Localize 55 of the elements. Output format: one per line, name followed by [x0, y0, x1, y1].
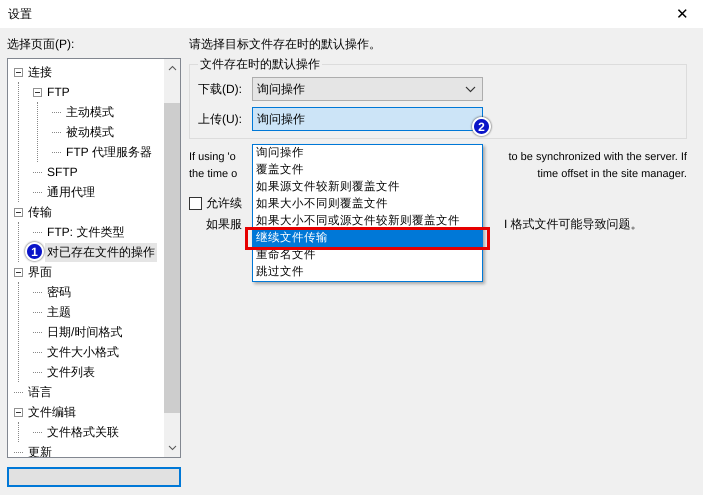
dropdown-option[interactable]: 询问操作 — [253, 145, 482, 162]
collapse-icon[interactable] — [14, 68, 23, 76]
hint-text: 如果服 — [206, 216, 242, 233]
tree-item[interactable]: 主动模式 — [64, 102, 116, 122]
dropdown-option[interactable]: 如果源文件较新则覆盖文件 — [253, 179, 482, 196]
dropdown-option[interactable]: 继续文件传输 — [253, 230, 482, 247]
scroll-thumb[interactable] — [164, 103, 180, 413]
tree-item[interactable]: 文件格式关联 — [45, 422, 121, 442]
collapse-icon[interactable] — [14, 208, 23, 216]
tree-item[interactable]: 文件编辑 — [26, 402, 78, 422]
note-text: time offset in the site manager. — [537, 167, 687, 182]
dropdown-option[interactable]: 跳过文件 — [253, 264, 482, 281]
resume-checkbox[interactable] — [189, 197, 202, 210]
tree-item[interactable]: 主题 — [45, 302, 73, 322]
scrollbar[interactable] — [164, 59, 180, 457]
tree-item[interactable]: 密码 — [45, 282, 73, 302]
tree-item[interactable]: 对已存在文件的操作 — [45, 242, 157, 262]
tree-item[interactable]: 被动模式 — [64, 122, 116, 142]
tree-item[interactable]: FTP: 文件类型 — [45, 222, 126, 242]
tree-item[interactable]: 连接 — [26, 62, 54, 82]
tree-item[interactable]: 通用代理 — [45, 182, 97, 202]
step-badge: 2 — [472, 117, 491, 136]
tree-item[interactable]: SFTP — [45, 164, 80, 180]
dropdown-option[interactable]: 如果大小不同则覆盖文件 — [253, 196, 482, 213]
window-title: 设置 — [8, 6, 32, 22]
upload-label: 上传(U): — [198, 110, 243, 128]
close-button[interactable]: ✕ — [672, 5, 693, 23]
checkbox-label: 允许续 — [206, 195, 242, 212]
collapse-icon[interactable] — [33, 88, 42, 96]
group-title: 文件存在时的默认操作 — [199, 56, 321, 73]
tree-item[interactable]: 文件大小格式 — [45, 342, 121, 362]
download-label: 下载(D): — [198, 80, 243, 98]
download-dropdown[interactable]: 询问操作 — [252, 77, 483, 101]
sidebar-label: 选择页面(P): — [7, 36, 76, 53]
collapse-icon[interactable] — [14, 268, 23, 276]
tree-item[interactable]: 语言 — [26, 382, 54, 402]
note-text: the time o — [189, 167, 238, 182]
scroll-up-icon[interactable] — [168, 65, 176, 71]
intro-text: 请选择目标文件存在时的默认操作。 — [189, 36, 382, 53]
step-badge: 1 — [25, 242, 44, 261]
hint-text: I 格式文件可能导致问题。 — [504, 216, 643, 233]
collapse-icon[interactable] — [14, 408, 23, 416]
button[interactable] — [7, 467, 181, 487]
tree-item[interactable]: FTP — [45, 84, 72, 100]
note-text: If using 'o — [189, 150, 237, 165]
chevron-down-icon — [465, 86, 476, 92]
tree-item[interactable]: 文件列表 — [45, 362, 97, 382]
tree-item[interactable]: 界面 — [26, 262, 54, 282]
tree-item[interactable]: 更新 — [26, 442, 54, 457]
tree-item[interactable]: 传输 — [26, 202, 54, 222]
note-text: to be synchronized with the server. If — [508, 150, 687, 165]
scroll-down-icon[interactable] — [168, 445, 176, 451]
tree-item[interactable]: 日期/时间格式 — [45, 322, 124, 342]
tree-item[interactable]: FTP 代理服务器 — [64, 142, 154, 162]
dropdown-option[interactable]: 覆盖文件 — [253, 162, 482, 179]
